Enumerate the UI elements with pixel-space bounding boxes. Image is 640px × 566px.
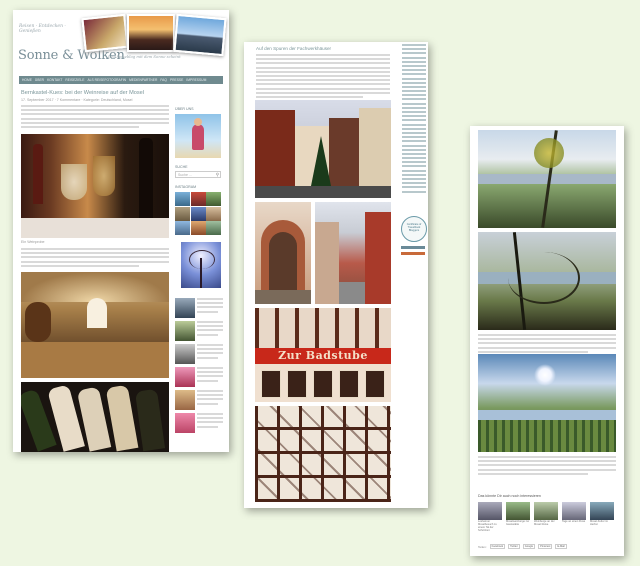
related-post-title: Weinberge an der Mosel Reise xyxy=(534,520,555,526)
twitter-share-button[interactable]: Twitter xyxy=(508,544,520,549)
right-blog-page: Das könnte Dir auch noch interessieren L… xyxy=(470,126,624,556)
menu-item[interactable]: FAQ xyxy=(160,78,167,82)
recent-post-item[interactable] xyxy=(175,413,223,433)
header-photo-wine xyxy=(81,13,129,53)
google-share-button[interactable]: Google xyxy=(522,544,536,549)
recent-post-item[interactable] xyxy=(175,321,223,341)
email-share-button[interactable]: E-Mail xyxy=(555,544,567,549)
recent-post-item[interactable] xyxy=(175,344,223,364)
sidebar-heading-about: ÜBER UNS xyxy=(175,107,194,111)
share-label: Teilen: xyxy=(478,544,487,549)
wine-cellar-photo xyxy=(21,272,169,378)
related-post-title: Mosel-Kultur im Herbst xyxy=(590,520,609,526)
mosel-vineyard-photo-2 xyxy=(478,232,616,330)
wine-bottles-photo xyxy=(21,382,169,452)
recent-posts-list xyxy=(175,298,223,433)
author-photo xyxy=(175,114,221,158)
related-posts: Losheimer Moselbesuch zu einem Tal der S… xyxy=(478,502,618,532)
menu-item[interactable]: REISEZIELE xyxy=(65,78,84,82)
post-intro-text xyxy=(21,105,169,130)
post-title[interactable]: Auf den Spuren der Fachwerkhäuser xyxy=(256,46,331,51)
left-blog-page: Reisen · Entdecken · Genießen Sonne & Wo… xyxy=(13,10,229,452)
share-bar: Teilen: Facebook Twitter Google Pinteres… xyxy=(478,544,618,549)
facebook-share-button[interactable]: Facebook xyxy=(489,544,506,549)
menu-item[interactable]: KONTAKT xyxy=(47,78,62,82)
search-input[interactable]: Suche … ⚲ xyxy=(175,171,221,178)
arch-gateway-photo xyxy=(255,202,311,304)
related-post-card[interactable]: Mosel-Kultur im Herbst xyxy=(590,502,614,532)
related-heading: Das könnte Dir auch noch interessieren xyxy=(478,494,541,498)
instagram-thumb[interactable] xyxy=(190,206,206,221)
post-body-text xyxy=(256,54,390,100)
old-town-market-photo xyxy=(255,100,391,198)
instagram-thumb[interactable] xyxy=(175,206,190,221)
related-post-card[interactable]: Weinberge an der Mosel Reise xyxy=(534,502,558,532)
instagram-thumb[interactable] xyxy=(175,192,190,206)
mosel-vineyard-photo-1 xyxy=(478,130,616,228)
main-menu: HOME ÜBER KONTAKT REISEZIELE ALS REISEFO… xyxy=(19,76,223,84)
instagram-grid xyxy=(175,192,221,235)
wine-tasting-photo xyxy=(21,134,169,238)
post-body-text xyxy=(478,456,616,477)
related-post-title: Moselweinberge zur Gastsstätte xyxy=(506,520,530,526)
badge-label: Certificate of Travelbook Bloggers xyxy=(406,223,422,232)
instagram-thumb[interactable] xyxy=(206,192,221,206)
menu-item[interactable]: ÜBER xyxy=(35,78,44,82)
post-meta: 17. September 2017 · 7 Kommentare · Kate… xyxy=(21,98,133,102)
instagram-thumb[interactable] xyxy=(175,221,190,235)
post-body-text xyxy=(21,248,169,269)
badstube-sign-photo: Zur Badstube xyxy=(255,308,391,402)
menu-item[interactable]: MEDIENPARTNER xyxy=(129,78,157,82)
instagram-thumb[interactable] xyxy=(190,221,206,235)
post-body-text xyxy=(478,334,616,355)
related-post-title: Losheimer Moselbesuch zu einem Tal der S… xyxy=(478,520,497,532)
header-photo-city xyxy=(173,13,227,57)
related-post-title: Tage an einen Fluss xyxy=(562,520,586,523)
sidebar-widget-row[interactable] xyxy=(401,246,425,249)
mosel-river-sun-photo xyxy=(478,354,616,452)
related-post-card[interactable]: Moselweinberge zur Gastsstätte xyxy=(506,502,530,532)
blog-tagline: Der Reiseblog mit dem Sonne scheint xyxy=(108,54,181,59)
instagram-thumb[interactable] xyxy=(206,221,221,235)
post-title[interactable]: Bernkastel-Kues: bei der Weinreise auf d… xyxy=(21,90,171,96)
sidebar-tree-photo xyxy=(181,242,221,288)
sidebar-heading-instagram: INSTAGRAM xyxy=(175,185,197,189)
instagram-thumb[interactable] xyxy=(190,192,206,206)
script-header: Reisen · Entdecken · Genießen xyxy=(19,24,66,34)
related-post-card[interactable]: Tage an einen Fluss xyxy=(562,502,586,532)
sidebar-widget-row[interactable] xyxy=(401,252,425,255)
shop-sign-text: Zur Badstube xyxy=(278,349,368,362)
menu-item[interactable]: IMPRESSUM xyxy=(186,78,206,82)
photo-caption: Ein Weinprobe xyxy=(21,240,45,244)
middle-blog-page: Auf den Spuren der Fachwerkhäuser Zur Ba… xyxy=(244,42,428,508)
search-icon[interactable]: ⚲ xyxy=(216,172,219,178)
recent-post-item[interactable] xyxy=(175,390,223,410)
menu-item[interactable]: PRESSE xyxy=(170,78,183,82)
pinterest-share-button[interactable]: Pinterest xyxy=(538,544,553,549)
menu-item[interactable]: ALS REISEFOTOGRAFIN xyxy=(87,78,126,82)
sidebar-heading-search: SUCHE xyxy=(175,165,188,169)
search-placeholder: Suche … xyxy=(178,173,193,177)
recent-post-item[interactable] xyxy=(175,367,223,387)
sidebar-link-list xyxy=(402,44,426,195)
half-timbered-house-photo xyxy=(255,406,391,502)
related-post-card[interactable]: Losheimer Moselbesuch zu einem Tal der S… xyxy=(478,502,502,532)
menu-item[interactable]: HOME xyxy=(22,78,32,82)
header-photo-sunset xyxy=(127,14,175,52)
street-view-photo xyxy=(315,202,391,304)
recent-post-item[interactable] xyxy=(175,298,223,318)
instagram-thumb[interactable] xyxy=(206,206,221,221)
travel-blogger-badge[interactable]: Certificate of Travelbook Bloggers xyxy=(401,216,427,242)
